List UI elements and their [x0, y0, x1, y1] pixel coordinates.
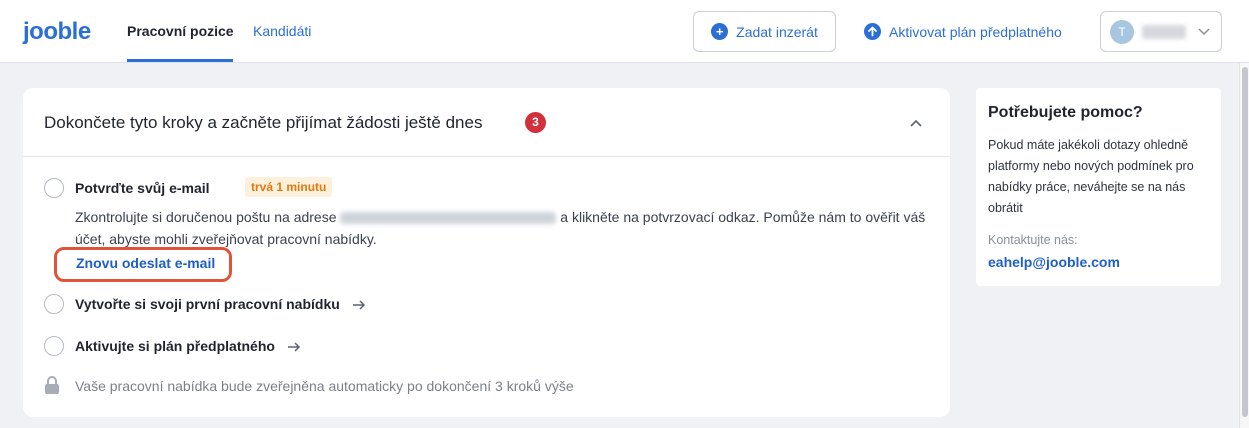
- time-estimate-tag: trvá 1 minutu: [245, 177, 333, 197]
- lock-icon: [45, 376, 59, 394]
- activate-plan-label: Aktivovat plán předplatného: [889, 23, 1062, 40]
- step-1-description: Zkontrolujte si doručenou poštu na adres…: [75, 206, 935, 250]
- post-job-button[interactable]: + Zadat inzerát: [693, 11, 836, 52]
- tab-job-positions[interactable]: Pracovní pozice: [127, 23, 234, 39]
- user-name-blurred: [1142, 25, 1186, 39]
- arrow-right-icon[interactable]: [351, 297, 367, 313]
- help-title: Potřebujete pomoc?: [988, 104, 1143, 121]
- steps-card-title: Dokončete tyto kroky a začněte přijímat …: [44, 113, 483, 132]
- step-1-radio[interactable]: [44, 178, 64, 198]
- help-email-link[interactable]: eahelp@jooble.com: [988, 254, 1120, 270]
- chevron-down-icon: [1198, 28, 1210, 36]
- scroll-thumb[interactable]: [1242, 67, 1248, 417]
- desc-before: Zkontrolujte si doručenou poštu na adres…: [75, 209, 337, 225]
- step-2-radio[interactable]: [44, 294, 64, 314]
- arrow-up-circle-icon: [864, 23, 881, 40]
- help-card: Potřebujete pomoc? Pokud máte jakékoli d…: [976, 88, 1221, 286]
- resend-email-link[interactable]: Znovu odeslat e-mail: [76, 255, 215, 271]
- top-header: jooble Pracovní pozice Kandidáti + Zadat…: [0, 0, 1249, 63]
- steps-count-badge: 3: [525, 112, 546, 133]
- user-menu[interactable]: T: [1100, 11, 1222, 52]
- avatar: T: [1110, 20, 1134, 44]
- step-2-title[interactable]: Vytvořte si svoji první pracovní nabídku: [75, 296, 340, 312]
- email-address-blurred: [340, 212, 557, 225]
- contact-label: Kontaktujte nás:: [988, 233, 1078, 247]
- collapse-chevron-up-icon[interactable]: [908, 115, 924, 131]
- tab-candidates[interactable]: Kandidáti: [253, 23, 311, 39]
- onboarding-steps-card: Dokončete tyto kroky a začněte přijímat …: [23, 88, 950, 417]
- help-body: Pokud máte jakékoli dotazy ohledně platf…: [988, 138, 1194, 215]
- jooble-logo[interactable]: jooble: [23, 18, 91, 46]
- active-tab-underline: [127, 59, 233, 62]
- footer-note: Vaše pracovní nabídka bude zveřejněna au…: [75, 378, 574, 394]
- step-1-title: Potvrďte svůj e-mail: [75, 180, 210, 196]
- scrollbar[interactable]: [1239, 63, 1249, 428]
- activate-plan-link[interactable]: Aktivovat plán předplatného: [864, 11, 1062, 52]
- post-job-label: Zadat inzerát: [736, 23, 818, 40]
- card-divider: [23, 156, 950, 157]
- plus-circle-icon: +: [711, 23, 729, 40]
- step-3-radio[interactable]: [44, 336, 64, 356]
- arrow-right-icon[interactable]: [286, 339, 302, 355]
- step-3-title[interactable]: Aktivujte si plán předplatného: [75, 338, 275, 354]
